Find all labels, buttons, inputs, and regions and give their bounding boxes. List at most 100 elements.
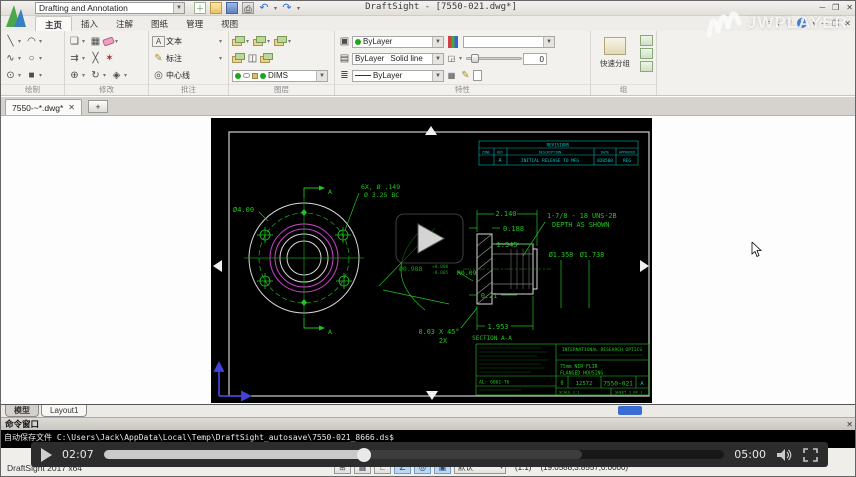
search-icon[interactable]: ⌕ xyxy=(767,18,771,28)
heart-icon[interactable]: ♡ xyxy=(785,19,792,28)
properties-page-icon[interactable] xyxy=(473,70,482,81)
layer-freeze-state-icon[interactable] xyxy=(243,73,250,78)
text-dropdown-icon[interactable]: ▾ xyxy=(219,38,225,45)
tab-annotate[interactable]: 注解 xyxy=(107,16,142,31)
chevron-down-icon[interactable]: ▼ xyxy=(173,3,184,13)
line-color-dropdown-icon[interactable]: ▼ xyxy=(432,37,443,47)
linetype-icon[interactable]: ≣ xyxy=(338,69,351,82)
layer-combo-dropdown-icon[interactable]: ▼ xyxy=(316,71,327,81)
circle-dropdown-icon[interactable]: ▾ xyxy=(18,72,24,79)
quick-group-label[interactable]: 快速分组 xyxy=(594,58,636,69)
linetype-combo[interactable]: ByLayer ▼ xyxy=(352,70,444,82)
tab-home[interactable]: 主页 xyxy=(35,16,72,31)
tab-model[interactable]: 模型 xyxy=(5,405,39,417)
ungroup-icon[interactable] xyxy=(640,35,653,46)
player-seek-bar[interactable] xyxy=(104,450,725,459)
hatch-dropdown-icon[interactable]: ▼ xyxy=(543,37,554,47)
linetype-dropdown-icon[interactable]: ▼ xyxy=(432,71,443,81)
delete-tool-icon[interactable] xyxy=(102,36,115,46)
layer-manager-dropdown-icon[interactable]: ▾ xyxy=(246,38,252,45)
undo-icon[interactable]: ↶ xyxy=(258,2,270,14)
volume-icon[interactable] xyxy=(776,448,793,462)
trim-tool-icon[interactable]: ╳ xyxy=(89,52,102,65)
close-icon[interactable]: ✕ xyxy=(846,3,853,13)
video-control-bar[interactable]: 02:07 05:00 xyxy=(31,442,828,467)
tab-view[interactable]: 视图 xyxy=(212,16,247,31)
ellipse-dropdown-icon[interactable]: ▾ xyxy=(39,55,45,62)
scale-tool-icon[interactable]: ◈ xyxy=(110,69,123,82)
camera-icon[interactable]: ◲ xyxy=(445,52,458,65)
spline-tool-icon[interactable]: ∿ xyxy=(4,52,17,65)
color-bars-icon[interactable] xyxy=(448,36,458,48)
line-tool-icon[interactable]: ╲ xyxy=(4,35,17,48)
help-dropdown-icon[interactable]: ▾ xyxy=(812,19,816,28)
new-file-icon[interactable]: ＋ xyxy=(194,2,206,14)
rectangle-dropdown-icon[interactable]: ▾ xyxy=(39,72,45,79)
offset-dropdown-icon[interactable]: ▾ xyxy=(82,55,88,62)
offset-tool-icon[interactable]: ⇉ xyxy=(68,52,81,65)
pattern-tool-icon[interactable]: ▦ xyxy=(89,35,102,48)
explode-tool-icon[interactable]: ✶ xyxy=(103,52,116,65)
linestyle-dropdown-icon[interactable]: ▼ xyxy=(432,54,443,64)
delete-dropdown-icon[interactable]: ▾ xyxy=(115,38,121,45)
fullscreen-icon[interactable] xyxy=(803,448,818,462)
transparency-value[interactable]: 0 xyxy=(523,53,547,65)
drawing-canvas[interactable]: Ø4.00 6X, Ø .149 Ø 3.25 BC A A xyxy=(1,116,856,404)
ribbon-minimize-icon[interactable]: ─ xyxy=(821,19,827,28)
tab-layout1[interactable]: Layout1 xyxy=(41,405,87,417)
tab-manage[interactable]: 管理 xyxy=(177,16,212,31)
rectangle-tool-icon[interactable]: ■ xyxy=(25,69,38,82)
layer-freeze-icon[interactable] xyxy=(232,53,245,64)
undo-dropdown-icon[interactable]: ▾ xyxy=(274,5,277,12)
linestyle-combo[interactable]: ByLayer Solid line ▼ xyxy=(352,53,444,65)
command-window-titlebar[interactable]: 命令窗口 ✕ xyxy=(1,417,856,430)
document-tab-close-icon[interactable]: ✕ xyxy=(68,103,75,112)
video-frame[interactable]: Ø4.00 6X, Ø .149 Ø 3.25 BC A A xyxy=(211,118,652,403)
dimension-dropdown-icon[interactable]: ▾ xyxy=(219,55,225,62)
print-icon[interactable]: ⎙ xyxy=(242,2,254,14)
minimize-icon[interactable]: ─ xyxy=(819,3,825,13)
quick-group-icon[interactable] xyxy=(604,37,626,55)
layer-isolate-icon[interactable] xyxy=(260,53,273,64)
centerline-tool-label[interactable]: 中心线 xyxy=(166,70,190,81)
text-tool-label[interactable]: 文本 xyxy=(166,36,182,47)
arc-dropdown-icon[interactable]: ▾ xyxy=(39,38,45,45)
group-manager-icon[interactable] xyxy=(640,61,653,72)
layer-on-icon[interactable] xyxy=(235,73,241,79)
properties-paint-icon[interactable]: ✎ xyxy=(459,69,472,82)
annotation-scale-icon[interactable]: ▦ xyxy=(445,69,458,82)
player-seek-knob[interactable] xyxy=(357,448,371,462)
tab-sheet[interactable]: 图纸 xyxy=(142,16,177,31)
copy-dropdown-icon[interactable]: ▾ xyxy=(82,38,88,45)
move-dropdown-icon[interactable]: ▾ xyxy=(82,72,88,79)
scale-dropdown-icon[interactable]: ▾ xyxy=(124,72,130,79)
dimension-tool-icon[interactable]: ✎ xyxy=(152,52,165,65)
spline-dropdown-icon[interactable]: ▾ xyxy=(18,55,24,62)
player-play-icon[interactable] xyxy=(41,448,52,462)
text-tool-icon[interactable]: A xyxy=(152,36,165,47)
ellipse-tool-icon[interactable]: ○ xyxy=(25,52,38,65)
circle-tool-icon[interactable]: ⊙ xyxy=(4,69,17,82)
edit-group-icon[interactable] xyxy=(640,48,653,59)
rotate-tool-icon[interactable]: ↻ xyxy=(89,69,102,82)
layer-combo[interactable]: DIMS ▼ xyxy=(232,70,328,82)
transparency-slider[interactable] xyxy=(466,57,522,60)
lineweight-icon[interactable]: ▤ xyxy=(338,52,351,65)
open-file-icon[interactable] xyxy=(210,2,222,14)
centerline-tool-icon[interactable]: ◎ xyxy=(152,69,165,82)
layer-lock-icon[interactable] xyxy=(252,73,258,79)
save-icon[interactable] xyxy=(226,2,238,14)
copy-tool-icon[interactable]: ❏ xyxy=(68,35,81,48)
layer-state-icon[interactable] xyxy=(253,36,266,47)
layer-tools-dropdown-icon[interactable]: ▾ xyxy=(288,38,294,45)
layer-tools-icon[interactable] xyxy=(274,36,287,47)
ribbon-restore-icon[interactable]: ❐ xyxy=(832,19,839,28)
arc-tool-icon[interactable]: ◠ xyxy=(25,35,38,48)
move-tool-icon[interactable]: ⊕ xyxy=(68,69,81,82)
tab-insert[interactable]: 插入 xyxy=(72,16,107,31)
hatch-combo[interactable]: ▼ xyxy=(463,36,555,48)
search-dropdown-icon[interactable]: ▾ xyxy=(776,19,780,28)
document-tab[interactable]: 7550-~*.dwg* ✕ xyxy=(5,99,82,115)
restore-icon[interactable]: ❐ xyxy=(832,3,839,13)
slider-thumb[interactable] xyxy=(471,54,479,63)
